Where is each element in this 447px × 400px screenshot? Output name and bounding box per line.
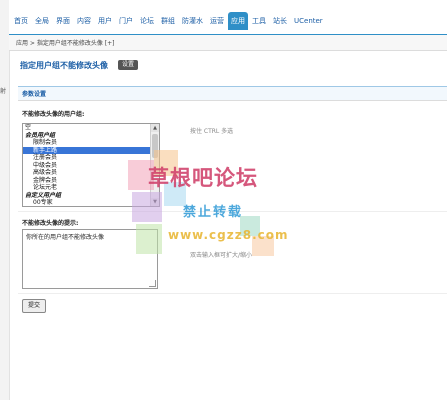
- prompt-text: 你所在的用户组不能修改头像: [26, 234, 105, 241]
- nav-item[interactable]: 群组: [158, 14, 178, 30]
- watermark-subtitle: 禁止转载: [183, 205, 244, 220]
- breadcrumb[interactable]: 应用 > 指定用户组不能修改头像 [+]: [16, 38, 114, 47]
- settings-button[interactable]: 设置: [118, 60, 139, 70]
- nav-item[interactable]: 门户: [116, 14, 136, 30]
- nav-item[interactable]: 内容: [74, 14, 94, 30]
- select-option[interactable]: 限制会员: [23, 139, 150, 147]
- divider: [18, 293, 447, 294]
- nav-item[interactable]: 首页: [11, 14, 31, 30]
- select-option[interactable]: 空: [23, 124, 150, 132]
- usergroup-label: 不能修改头像的用户组:: [22, 111, 85, 118]
- watermark-url: www.cgzz8.com: [168, 228, 289, 242]
- gutter-text: 射: [0, 88, 7, 95]
- nav-item[interactable]: 站长: [270, 14, 290, 30]
- ctrl-hint: 按住 CTRL 多选: [190, 128, 234, 135]
- nav-item[interactable]: 应用: [228, 12, 248, 30]
- nav-item[interactable]: 论坛: [137, 14, 157, 30]
- left-gutter: 射: [0, 0, 10, 400]
- nav-item[interactable]: 运营: [207, 14, 227, 30]
- resize-grip-icon[interactable]: [149, 280, 156, 287]
- scroll-up-icon[interactable]: ▲: [151, 124, 159, 132]
- section-title: 参数设置: [22, 91, 47, 98]
- nav-item[interactable]: 用户: [95, 14, 115, 30]
- page-title: 指定用户组不能修改头像: [20, 61, 108, 70]
- option-group: 会员用户组: [25, 131, 56, 139]
- submit-button[interactable]: 提交: [22, 299, 46, 313]
- nav-item[interactable]: 工具: [249, 14, 269, 30]
- nav-item[interactable]: UCenter: [291, 14, 326, 30]
- nav-item[interactable]: 防灌水: [179, 14, 206, 30]
- watermark-title: 草根吧论坛: [148, 166, 258, 190]
- nav-items: 首页 全局 界面 内容 用户 门户 论坛 群组 防灌水 运营 应用 工具 站长 UCenter: [11, 12, 327, 30]
- nav-item[interactable]: 界面: [53, 14, 73, 30]
- nav-item[interactable]: 全局: [32, 14, 52, 30]
- top-nav: 首页 全局 界面 内容 用户 门户 论坛 群组 防灌水 运营 应用 工具 站长 UCenter: [9, 0, 447, 37]
- prompt-label: 不能修改头像的提示:: [22, 220, 79, 227]
- breadcrumb-bar: 应用 > 指定用户组不能修改头像 [+]: [9, 35, 447, 51]
- section-header: 参数设置: [18, 86, 447, 101]
